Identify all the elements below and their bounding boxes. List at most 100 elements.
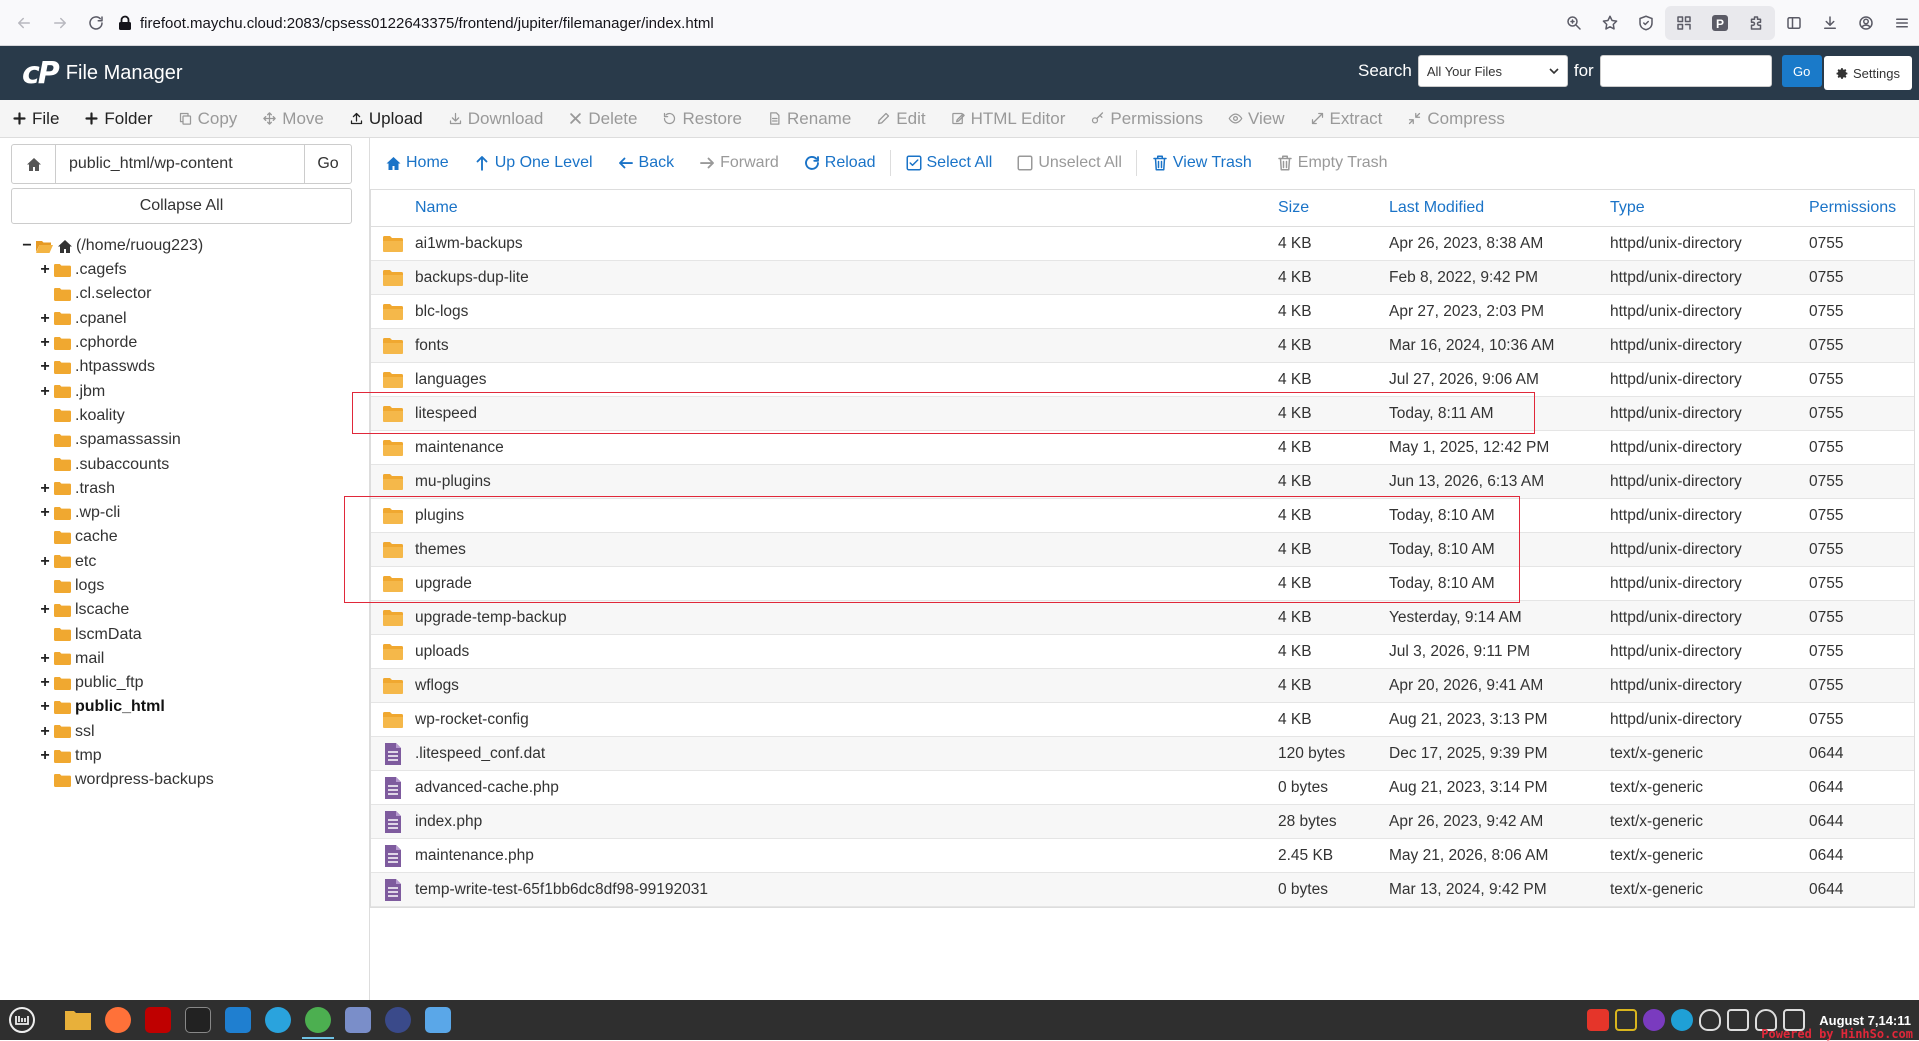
action-up-one-level-button[interactable]: Up One Level [473,154,593,172]
tree-item-mail[interactable]: + mail [20,647,360,671]
toolbar-upload-button[interactable]: Upload [349,109,423,129]
address-bar[interactable]: firefoot.maychu.cloud:2083/cpsess0122643… [118,7,1653,39]
mint-menu-icon[interactable] [2,1000,42,1040]
tree-item-cagefs[interactable]: + .cagefs [20,258,360,282]
clock[interactable]: August 7,14:11 [1819,1013,1911,1028]
app-icon[interactable] [378,1000,418,1040]
tree-item-cpanel[interactable]: + .cpanel [20,307,360,331]
tree-item-ssl[interactable]: + ssl [20,720,360,744]
tree-item-trash[interactable]: + .trash [20,477,360,501]
tree-item-public-ftp[interactable]: + public_ftp [20,671,360,695]
table-row[interactable]: litespeed 4 KB Today, 8:11 AM httpd/unix-di… [371,397,1914,431]
qr-extension-icon[interactable] [1667,6,1701,40]
column-permissions[interactable]: Permissions [1809,199,1909,217]
tree-item-etc[interactable]: + etc [20,550,360,574]
tree-item-lscmdata[interactable]: lscmData [20,622,360,646]
file-name[interactable]: plugins [415,507,1278,525]
file-name[interactable]: upgrade [415,575,1278,593]
toolbar-extract-button[interactable]: Extract [1310,109,1382,129]
file-name[interactable]: .litespeed_conf.dat [415,745,1278,763]
expand-plus-icon[interactable]: + [38,674,52,692]
path-go-button[interactable]: Go [304,145,351,183]
remote-desktop-icon[interactable] [418,1000,458,1040]
bookmark-star-icon[interactable] [1593,6,1627,40]
file-name[interactable]: temp-write-test-65f1bb6dc8df98-99192031 [415,881,1278,899]
tree-item-spamassassin[interactable]: .spamassassin [20,428,360,452]
table-row[interactable]: themes 4 KB Today, 8:10 AM httpd/unix-direc… [371,533,1914,567]
filezilla-icon[interactable] [138,1000,178,1040]
expand-plus-icon[interactable]: + [38,747,52,765]
toolbar-edit-button[interactable]: Edit [876,109,926,129]
home-icon[interactable] [12,145,56,183]
extensions-puzzle-icon[interactable] [1739,6,1773,40]
tree-item-cphorde[interactable]: + .cphorde [20,331,360,355]
tree-item-jbm[interactable]: + .jbm [20,379,360,403]
table-row[interactable]: .litespeed_conf.dat 120 bytes Dec 17, 2025… [371,737,1914,771]
browser-back-icon[interactable] [6,5,42,41]
toolbar-file-button[interactable]: File [12,109,59,129]
action-select-all-button[interactable]: Select All [905,154,992,172]
tree-item-htpasswds[interactable]: + .htpasswds [20,355,360,379]
toolbar-html-editor-button[interactable]: HTML Editor [951,109,1065,129]
action-reload-button[interactable]: Reload [803,154,876,172]
file-name[interactable]: index.php [415,813,1278,831]
anydesk-icon[interactable] [1587,1009,1610,1031]
expand-plus-icon[interactable]: + [38,310,52,328]
shield-icon[interactable] [1629,6,1663,40]
file-name[interactable]: fonts [415,337,1278,355]
table-row[interactable]: upgrade-temp-backup 4 KB Yesterday, 9:14 A… [371,601,1914,635]
tree-item-cache[interactable]: cache [20,525,360,549]
search-scope-select[interactable]: All Your Files [1417,55,1568,87]
sidebar-toggle-icon[interactable] [1777,6,1811,40]
tree-item-koality[interactable]: .koality [20,404,360,428]
expand-plus-icon[interactable]: + [38,601,52,619]
file-name[interactable]: blc-logs [415,303,1278,321]
toolbar-copy-button[interactable]: Copy [178,109,237,129]
zoom-icon[interactable] [1557,6,1591,40]
table-row[interactable]: advanced-cache.php 0 bytes Aug 21, 2023, 3… [371,771,1914,805]
toolbar-download-button[interactable]: Download [448,109,543,129]
toolbar-folder-button[interactable]: Folder [84,109,153,129]
expand-plus-icon[interactable]: + [38,650,52,668]
toolbar-compress-button[interactable]: Compress [1407,109,1505,129]
file-name[interactable]: maintenance [415,439,1278,457]
action-back-button[interactable]: Back [617,154,674,172]
mail-icon[interactable] [338,1000,378,1040]
expand-plus-icon[interactable]: + [38,334,52,352]
tree-item-wordpress-backups[interactable]: wordpress-backups [20,768,360,792]
download-icon[interactable] [1813,6,1847,40]
table-row[interactable]: maintenance 4 KB May 1, 2025, 12:42 PM http… [371,431,1914,465]
chrome-browser-icon[interactable] [298,1000,338,1040]
table-row[interactable]: blc-logs 4 KB Apr 27, 2023, 2:03 PM httpd/u… [371,295,1914,329]
table-row[interactable]: mu-plugins 4 KB Jun 13, 2026, 6:13 AM httpd… [371,465,1914,499]
menu-hamburger-icon[interactable] [1885,6,1919,40]
file-name[interactable]: ai1wm-backups [415,235,1278,253]
toolbar-delete-button[interactable]: Delete [568,109,637,129]
column-type[interactable]: Type [1610,199,1809,217]
file-name[interactable]: maintenance.php [415,847,1278,865]
table-row[interactable]: wp-rocket-config 4 KB Aug 21, 2023, 3:13 P… [371,703,1914,737]
settings-button[interactable]: Settings [1824,56,1912,90]
file-name[interactable]: uploads [415,643,1278,661]
tree-root[interactable]: − (/home/ruoug223) [20,234,360,258]
browser-forward-icon[interactable] [42,5,78,41]
column-name[interactable]: Name [415,199,1278,217]
table-row[interactable]: temp-write-test-65f1bb6dc8df98-99192031 0… [371,873,1914,907]
table-row[interactable]: fonts 4 KB Mar 16, 2024, 10:36 AM httpd/uni… [371,329,1914,363]
app-tray-icon[interactable] [1643,1009,1666,1031]
collapse-all-button[interactable]: Collapse All [11,188,352,224]
action-forward-button[interactable]: Forward [698,154,779,172]
table-row[interactable]: upgrade 4 KB Today, 8:10 AM httpd/unix-dire… [371,567,1914,601]
expand-plus-icon[interactable]: + [38,358,52,376]
column-last-modified[interactable]: Last Modified [1389,199,1610,217]
file-name[interactable]: wp-rocket-config [415,711,1278,729]
file-name[interactable]: wflogs [415,677,1278,695]
expand-plus-icon[interactable]: + [38,480,52,498]
p-extension-icon[interactable]: P [1703,6,1737,40]
vscode-icon[interactable] [218,1000,258,1040]
action-home-button[interactable]: Home [385,154,449,172]
file-name[interactable]: advanced-cache.php [415,779,1278,797]
action-empty-trash-button[interactable]: Empty Trash [1276,154,1388,172]
search-input[interactable] [1599,55,1772,87]
terminal-icon[interactable] [178,1000,218,1040]
